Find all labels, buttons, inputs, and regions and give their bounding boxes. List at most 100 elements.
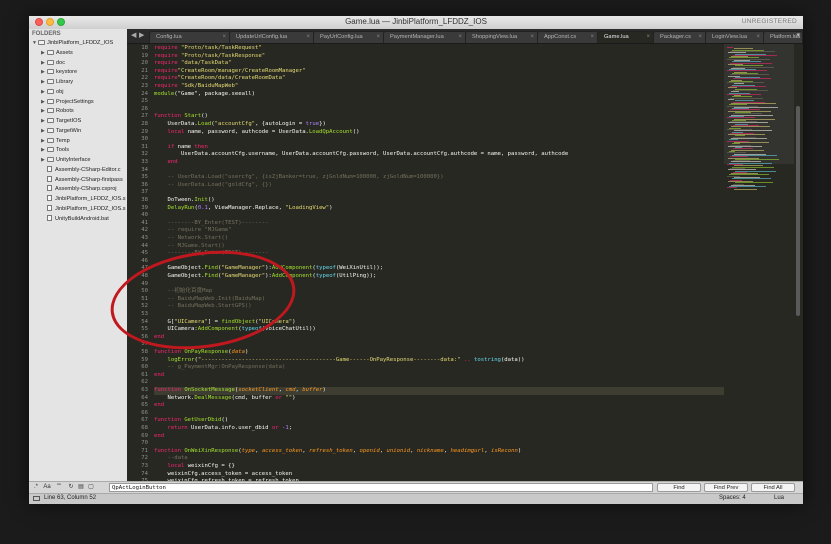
tab-close-icon[interactable]: × bbox=[590, 32, 594, 43]
tree-item[interactable]: UnityBuildAndroid.bat bbox=[41, 214, 109, 224]
code-line[interactable]: end bbox=[154, 402, 164, 410]
code-line[interactable]: local weixinCfg = {} bbox=[154, 463, 234, 471]
tab-close-icon[interactable]: × bbox=[222, 32, 226, 43]
code-token: () bbox=[201, 113, 208, 120]
tab-game-lua[interactable]: Game.lua × bbox=[597, 31, 655, 43]
code-line[interactable]: local name, password, authcode = UserDat… bbox=[154, 129, 359, 137]
code-line[interactable]: function OnWeiXinResponse(type, access_t… bbox=[154, 448, 521, 456]
tree-item[interactable]: ▶ TargetWin bbox=[41, 127, 81, 136]
tab-close-icon[interactable]: × bbox=[458, 32, 462, 43]
wrap-toggle-icon[interactable]: ↻ bbox=[67, 483, 75, 492]
code-line[interactable]: function Start() bbox=[154, 113, 208, 121]
code-token: , bbox=[302, 447, 309, 454]
tab-appconst-cs[interactable]: AppConst.cs × bbox=[537, 31, 599, 43]
code-line[interactable]: -- MJGame.Start() bbox=[154, 243, 224, 251]
code-line[interactable]: Network.DealMessage(cmd, buffer or "") bbox=[154, 395, 295, 403]
tab-forward-arrow-icon[interactable]: ▶ bbox=[139, 31, 144, 39]
code-line[interactable]: function OnSocketMessage(socketClient, c… bbox=[154, 387, 724, 395]
tab-loginview-lua[interactable]: LoginView.lua × bbox=[705, 31, 765, 43]
tree-item[interactable]: ▶ Library bbox=[41, 78, 73, 87]
code-line[interactable]: if name then bbox=[154, 144, 207, 152]
line-number: 30 bbox=[141, 136, 148, 143]
tab-payurlconfig-lua[interactable]: PayUrlConfig.lua × bbox=[313, 31, 385, 43]
find-input[interactable] bbox=[109, 483, 653, 492]
tree-item[interactable]: ▼ JinbiPlatform_LFDDZ_IOS bbox=[32, 39, 113, 48]
tree-item[interactable]: JinbiPlatform_LFDDZ_IOS.s bbox=[41, 204, 126, 214]
code-line[interactable]: end bbox=[154, 433, 164, 441]
tree-item[interactable]: ▶ Temp bbox=[41, 137, 70, 146]
tree-item[interactable]: ▶ TargetIOS bbox=[41, 117, 81, 126]
code-line[interactable]: logError("------------------------------… bbox=[154, 357, 524, 365]
code-line[interactable]: return UserData.info.user_dbid or -1; bbox=[154, 425, 292, 433]
code-line[interactable]: --data bbox=[154, 455, 187, 463]
tab-close-icon[interactable]: × bbox=[646, 32, 650, 43]
code-line[interactable]: module("Game", package.seeall) bbox=[154, 91, 255, 99]
tab-close-icon[interactable]: × bbox=[376, 32, 380, 43]
scrollbar-thumb[interactable] bbox=[796, 106, 800, 316]
code-line[interactable]: require "Sdk/BaiduMapWeb" bbox=[154, 83, 238, 91]
code-line[interactable]: require"CreateRoom/data/CreateRoomData" bbox=[154, 75, 285, 83]
code-line[interactable]: UserData.accountCfg.username, UserData.a… bbox=[154, 151, 568, 159]
find-all-button[interactable]: Find All bbox=[751, 483, 795, 492]
find-prev-button[interactable]: Find Prev bbox=[704, 483, 748, 492]
tree-item[interactable]: ▶ UnityInterface bbox=[41, 156, 91, 165]
tab-packager-cs[interactable]: Packager.cs × bbox=[653, 31, 707, 43]
tree-item[interactable]: ▶ obj bbox=[41, 88, 63, 97]
code-token: LoadQpAccount bbox=[308, 128, 353, 135]
code-line[interactable]: end bbox=[154, 159, 177, 167]
tab-close-icon[interactable]: × bbox=[530, 32, 534, 43]
tree-item[interactable]: Assembly-CSharp-Editor.c bbox=[41, 165, 121, 175]
tab-paymentmanager-lua[interactable]: PaymentManager.lua × bbox=[383, 31, 467, 43]
code-line[interactable]: DelayRun(0.1, ViewManager.Replace, "Load… bbox=[154, 205, 332, 213]
minimap-line bbox=[727, 70, 767, 72]
tree-item[interactable]: ▶ ProjectSettings bbox=[41, 98, 94, 107]
tree-item[interactable]: ▶ Robots bbox=[41, 107, 74, 116]
code-token: "Sdk/BaiduMapWeb" bbox=[180, 83, 239, 89]
code-token: require bbox=[154, 52, 181, 59]
code-line[interactable]: --------BY_Enter(TEST)-------- bbox=[154, 220, 268, 228]
find-button[interactable]: Find bbox=[657, 483, 701, 492]
tab-back-arrow-icon[interactable]: ◀ bbox=[131, 31, 136, 39]
minimap[interactable] bbox=[724, 44, 794, 481]
code-line[interactable]: UserData.Load("accountCfg", {autoLogin =… bbox=[154, 121, 325, 129]
tab-close-icon[interactable]: × bbox=[306, 32, 310, 43]
tree-item[interactable]: Assembly-CSharp-firstpass bbox=[41, 175, 123, 185]
tree-item[interactable]: JinbiPlatform_LFDDZ_IOS.s bbox=[41, 195, 126, 204]
tab-config-lua[interactable]: Config.lua × bbox=[149, 31, 231, 43]
line-number: 27 bbox=[141, 113, 148, 120]
tab-close-icon[interactable]: × bbox=[698, 32, 702, 43]
whole-word-toggle[interactable]: "" bbox=[54, 483, 64, 492]
code-line[interactable]: require"CreateRoom/manager/CreateRoomMan… bbox=[154, 68, 306, 76]
code-line[interactable]: DoTween.Init() bbox=[154, 197, 214, 205]
tab-shoppingview-lua[interactable]: ShoppingView.lua × bbox=[465, 31, 539, 43]
code-line[interactable]: -- UserData.Load("goldCfg", {}) bbox=[154, 182, 271, 190]
indentation-setting[interactable]: Spaces: 4 bbox=[719, 495, 746, 501]
code-line[interactable]: -- require "MJGame" bbox=[154, 227, 231, 235]
tab-close-icon[interactable]: × bbox=[756, 32, 760, 43]
case-sensitive-toggle[interactable]: Aa bbox=[42, 483, 52, 492]
tree-item[interactable]: ▶ doc bbox=[41, 59, 65, 68]
tree-item[interactable]: ▶ Assets bbox=[41, 49, 73, 58]
regex-toggle-icon[interactable]: .* bbox=[32, 483, 40, 492]
syntax-mode[interactable]: Lua bbox=[774, 495, 784, 501]
code-line[interactable]: require "Proto/task/TaskResponse" bbox=[154, 53, 265, 61]
tree-item[interactable]: Assembly-CSharp.csproj bbox=[41, 185, 117, 194]
code-line[interactable]: weixinCfg.access_token = access_token bbox=[154, 471, 292, 479]
highlight-matches-toggle-icon[interactable]: ▢ bbox=[87, 483, 95, 492]
panel-toggle-icon[interactable] bbox=[33, 496, 40, 501]
code-line[interactable]: require "Proto/task/TaskRequest" bbox=[154, 45, 262, 53]
code-line[interactable]: -- UserData.Load("usercfg", {isZjBanker=… bbox=[154, 174, 443, 182]
code-line[interactable]: -- Network.Start() bbox=[154, 235, 228, 243]
code-line[interactable]: function GetUserDbid() bbox=[154, 417, 228, 425]
tab-overflow-icon[interactable]: ▾ bbox=[796, 31, 800, 39]
code-line[interactable]: function OnPayResponse(data) bbox=[154, 349, 248, 357]
tree-item[interactable]: ▶ Tools bbox=[41, 146, 69, 155]
code-line[interactable]: -- g_PaymentMgr:OnPayResponse(data) bbox=[154, 364, 285, 372]
tree-item[interactable]: ▶ keystore bbox=[41, 68, 77, 77]
tab-updateurlconfig-lua[interactable]: UpdateUrlConfig.lua × bbox=[229, 31, 315, 43]
code-line[interactable]: end bbox=[154, 372, 164, 380]
code-token: , bbox=[352, 447, 360, 454]
code-line[interactable]: require "data/TaskData" bbox=[154, 60, 231, 68]
in-selection-toggle-icon[interactable]: ▤ bbox=[77, 483, 85, 492]
vertical-scrollbar[interactable] bbox=[796, 46, 801, 480]
